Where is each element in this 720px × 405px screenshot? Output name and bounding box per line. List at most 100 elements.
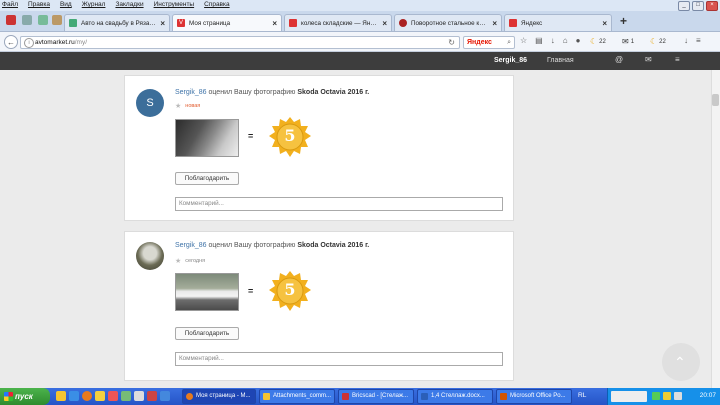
car-interior-photo[interactable] xyxy=(175,119,239,157)
search-icon[interactable]: ⌕ xyxy=(507,37,511,48)
new-tab-button[interactable]: + xyxy=(620,14,627,28)
download-arrow-icon[interactable]: ↓ xyxy=(684,36,688,45)
volume-icon[interactable] xyxy=(674,392,682,400)
quicklaunch-icon[interactable] xyxy=(134,391,144,401)
avatar[interactable] xyxy=(136,242,164,270)
url-host: avtomarket.ru xyxy=(35,39,75,46)
menu-view[interactable]: Вид xyxy=(60,1,72,8)
url-bar[interactable]: i avtomarket.ru/my/ ↻ xyxy=(20,36,460,49)
tray-app-icon[interactable] xyxy=(611,391,647,402)
tab-wedding-cars[interactable]: Авто на свадьбу в Рязан... × xyxy=(64,14,170,31)
quicklaunch-icon[interactable] xyxy=(160,391,170,401)
home-icon[interactable]: ⌂ xyxy=(563,36,568,45)
menu-edit[interactable]: Правка xyxy=(28,1,50,8)
menu-history[interactable]: Журнал xyxy=(82,1,106,8)
thank-button[interactable]: Поблагодарить xyxy=(175,172,239,185)
quicklaunch-icon[interactable] xyxy=(56,391,66,401)
close-tab-icon[interactable]: × xyxy=(160,19,165,28)
scrollbar-thumb[interactable] xyxy=(712,94,719,106)
maximize-button[interactable]: □ xyxy=(692,1,704,11)
tray-icon[interactable] xyxy=(652,392,660,400)
pinned-tab-icon[interactable] xyxy=(6,15,16,25)
back-button[interactable]: ← xyxy=(4,35,18,49)
scroll-to-top-button[interactable]: ⌃ xyxy=(662,343,700,381)
scrollbar[interactable] xyxy=(711,70,720,388)
mail-count: 1 xyxy=(630,38,635,45)
library-icon[interactable]: ▤ xyxy=(535,36,543,45)
rating-value: 5 xyxy=(284,280,296,299)
header-username[interactable]: Sergik_86 xyxy=(494,57,527,64)
clock[interactable]: 20:07 xyxy=(700,392,716,399)
notification-username[interactable]: Sergik_86 xyxy=(175,242,207,249)
chevron-up-icon: ⌃ xyxy=(674,354,686,370)
notification-text: Sergik_86 оценил Вашу фотографию Skoda O… xyxy=(175,89,369,96)
menu-help[interactable]: Справка xyxy=(204,1,230,8)
avatar[interactable]: S xyxy=(136,89,164,117)
quicklaunch-icon[interactable] xyxy=(121,391,131,401)
firefox-icon[interactable] xyxy=(82,391,92,401)
menu-tools[interactable]: Инструменты xyxy=(154,1,195,8)
powerpoint-icon xyxy=(500,393,507,400)
quicklaunch-icon[interactable] xyxy=(69,391,79,401)
site-favicon-icon: V xyxy=(177,19,185,27)
rating-value: 5 xyxy=(284,126,296,145)
hamburger-menu-icon[interactable]: ≡ xyxy=(696,36,701,45)
taskbar-item[interactable]: 1,4 Стеллаж.docx... xyxy=(417,389,493,404)
tab-my-page[interactable]: V Моя страница × xyxy=(172,14,282,31)
tab-title: колеса складские — Яндекс... xyxy=(301,19,378,27)
menu-bookmarks[interactable]: Закладки xyxy=(115,1,143,8)
pinned-tab-icon[interactable] xyxy=(38,15,48,25)
header-main-link[interactable]: Главная xyxy=(547,57,574,64)
close-tab-icon[interactable]: × xyxy=(382,19,387,28)
close-tab-icon[interactable]: × xyxy=(602,19,607,28)
bookmark-star-icon[interactable]: ☆ xyxy=(520,36,527,45)
pinned-tab-icon[interactable] xyxy=(22,15,32,25)
taskbar-item[interactable]: Microsoft Office Po... xyxy=(496,389,572,404)
mail-icon[interactable]: ✉ xyxy=(622,37,629,46)
menu-icon[interactable]: ≡ xyxy=(675,55,680,64)
comment-input[interactable]: Комментарий... xyxy=(175,197,503,211)
taskbar-item[interactable]: Bricscad - [Стелаж... xyxy=(338,389,414,404)
notification-action: оценил Вашу фотографию xyxy=(208,242,296,249)
downloads-icon[interactable]: ↓ xyxy=(551,36,555,45)
taskbar-item[interactable]: Моя страница - М... xyxy=(182,389,256,404)
tab-yandex[interactable]: Яндекс × xyxy=(504,14,612,31)
language-indicator[interactable]: RL xyxy=(578,392,586,399)
start-button[interactable]: пуск xyxy=(0,388,50,405)
tab-swivel-wheel[interactable]: Поворотное стальное колес... × xyxy=(394,14,502,31)
site-favicon-icon xyxy=(69,19,77,27)
taskbar-item-label: Attachments_comm... xyxy=(273,393,332,399)
weather-icon: ☾ xyxy=(650,37,658,46)
quicklaunch-icon[interactable] xyxy=(147,391,157,401)
notification-username[interactable]: Sergik_86 xyxy=(175,89,207,96)
photo-subject[interactable]: Skoda Octavia 2016 г. xyxy=(297,242,369,249)
start-label: пуск xyxy=(15,392,33,401)
thank-button[interactable]: Поблагодарить xyxy=(175,327,239,340)
tray-icon[interactable] xyxy=(663,392,671,400)
photo-subject[interactable]: Skoda Octavia 2016 г. xyxy=(297,89,369,96)
word-icon xyxy=(421,393,428,400)
messages-icon[interactable]: ✉ xyxy=(645,55,652,64)
reload-icon[interactable]: ↻ xyxy=(448,37,455,48)
tab-yandex-wheels[interactable]: колеса складские — Яндекс... × xyxy=(284,14,392,31)
close-tab-icon[interactable]: × xyxy=(492,19,497,28)
chat-icon[interactable]: ● xyxy=(576,36,581,45)
quicklaunch-icon[interactable] xyxy=(95,391,105,401)
at-icon[interactable]: @ xyxy=(615,55,623,64)
quicklaunch-icon[interactable] xyxy=(108,391,118,401)
search-box[interactable]: Яндекс ⌕ xyxy=(463,36,515,49)
site-favicon-icon xyxy=(399,19,407,27)
pinned-tab-icon[interactable] xyxy=(52,15,62,25)
comment-input[interactable]: Комментарий... xyxy=(175,352,503,366)
minimize-button[interactable]: _ xyxy=(678,1,690,11)
notification-card: S Sergik_86 оценил Вашу фотографию Skoda… xyxy=(124,75,514,221)
yandex-favicon-icon xyxy=(509,19,517,27)
menu-file[interactable]: Файл xyxy=(2,1,18,8)
close-window-button[interactable]: × xyxy=(706,1,718,11)
close-tab-icon[interactable]: × xyxy=(272,19,277,28)
site-info-icon[interactable]: i xyxy=(24,38,34,48)
windows-logo-icon xyxy=(4,392,13,401)
car-exterior-photo[interactable] xyxy=(175,273,239,311)
status-badge: новая xyxy=(185,103,201,109)
taskbar-item[interactable]: Attachments_comm... xyxy=(259,389,335,404)
